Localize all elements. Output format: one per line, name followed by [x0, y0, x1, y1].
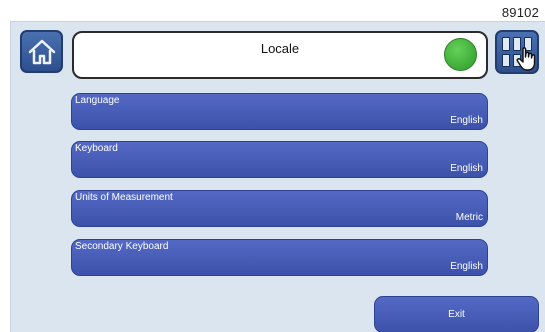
setting-label: Units of Measurement: [75, 192, 173, 203]
setting-value: Metric: [455, 212, 483, 223]
setting-units-button[interactable]: Units of Measurement Metric: [71, 190, 488, 227]
page-title: Locale: [260, 41, 300, 56]
setting-label: Language: [75, 95, 120, 106]
hand-pointer-icon: [515, 46, 541, 77]
figure-id: 89102: [501, 5, 539, 20]
title-panel: Locale: [72, 31, 488, 79]
setting-label: Secondary Keyboard: [75, 241, 169, 252]
status-indicator: [444, 38, 477, 71]
setting-language-button[interactable]: Language English: [71, 93, 488, 130]
setting-value: English: [450, 261, 483, 272]
setting-label: Keyboard: [75, 143, 118, 154]
setting-value: English: [450, 115, 483, 126]
setting-value: English: [450, 163, 483, 174]
home-button[interactable]: [20, 30, 63, 73]
locale-screen: Locale Language English Keyboard English…: [10, 21, 545, 332]
exit-button[interactable]: Exit: [374, 296, 539, 332]
grid-menu-icon: [502, 53, 510, 67]
home-icon: [27, 37, 57, 67]
menu-button[interactable]: [495, 30, 539, 74]
grid-menu-icon: [502, 37, 510, 51]
setting-keyboard-button[interactable]: Keyboard English: [71, 141, 488, 178]
setting-secondary-keyboard-button[interactable]: Secondary Keyboard English: [71, 239, 488, 276]
